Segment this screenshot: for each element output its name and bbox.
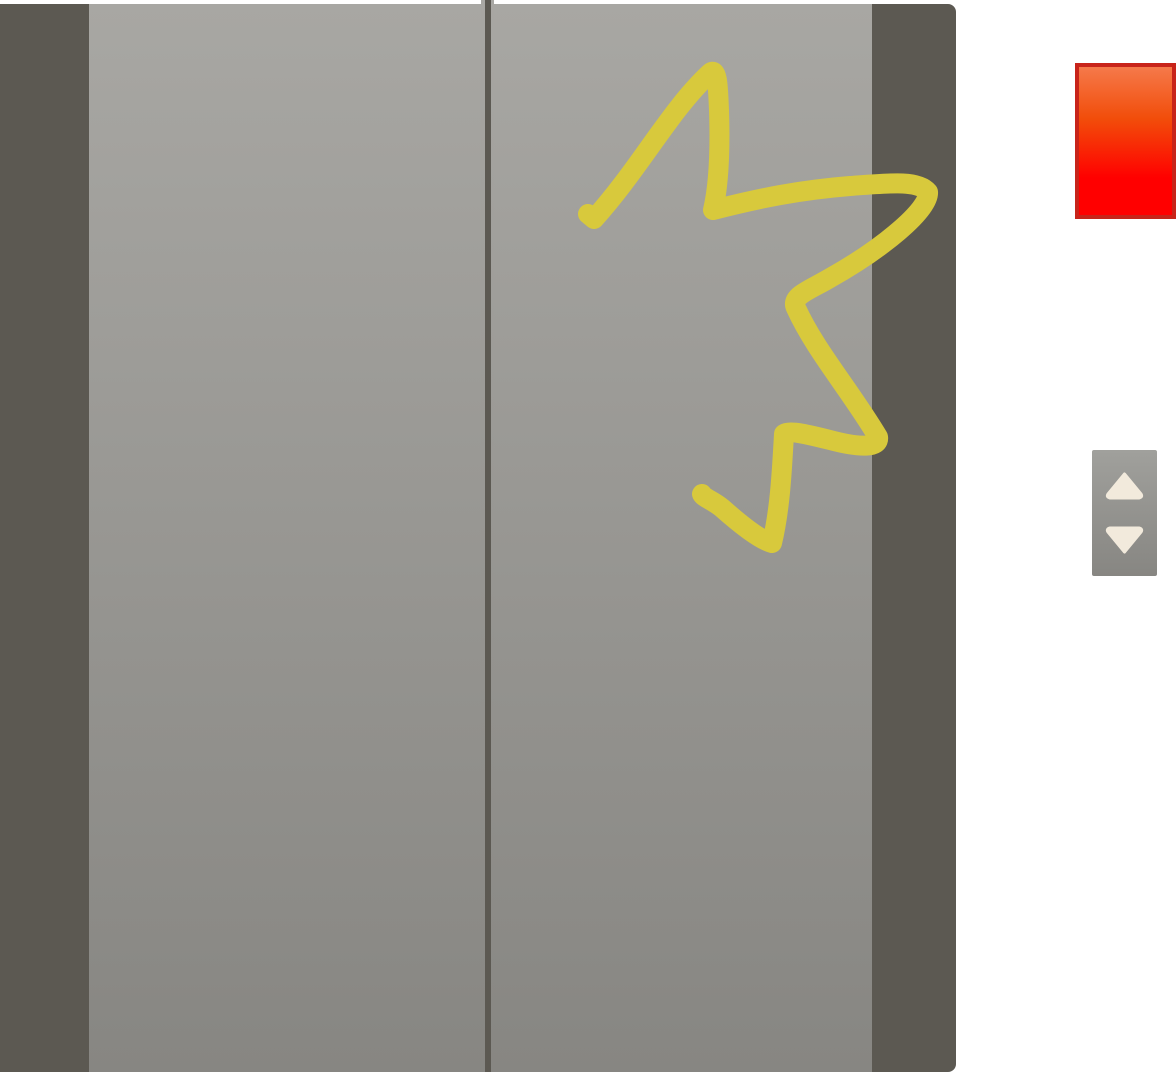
- triangle-up-icon: [1105, 472, 1144, 500]
- elevator-door-right: [494, 4, 872, 1072]
- triangle-down-icon: [1105, 526, 1144, 554]
- alarm-button[interactable]: [1075, 63, 1176, 219]
- elevator-frame-left: [0, 4, 89, 1072]
- call-down-button[interactable]: [1092, 512, 1157, 572]
- call-up-button[interactable]: [1092, 450, 1157, 510]
- elevator-scene: [0, 0, 1176, 1075]
- elevator-frame-right: [872, 4, 956, 1072]
- floor-control-panel: [1092, 450, 1157, 576]
- elevator: [0, 4, 956, 1072]
- door-seam-line: [485, 0, 491, 1072]
- door-seam: [481, 0, 494, 1072]
- elevator-door-left: [89, 4, 481, 1072]
